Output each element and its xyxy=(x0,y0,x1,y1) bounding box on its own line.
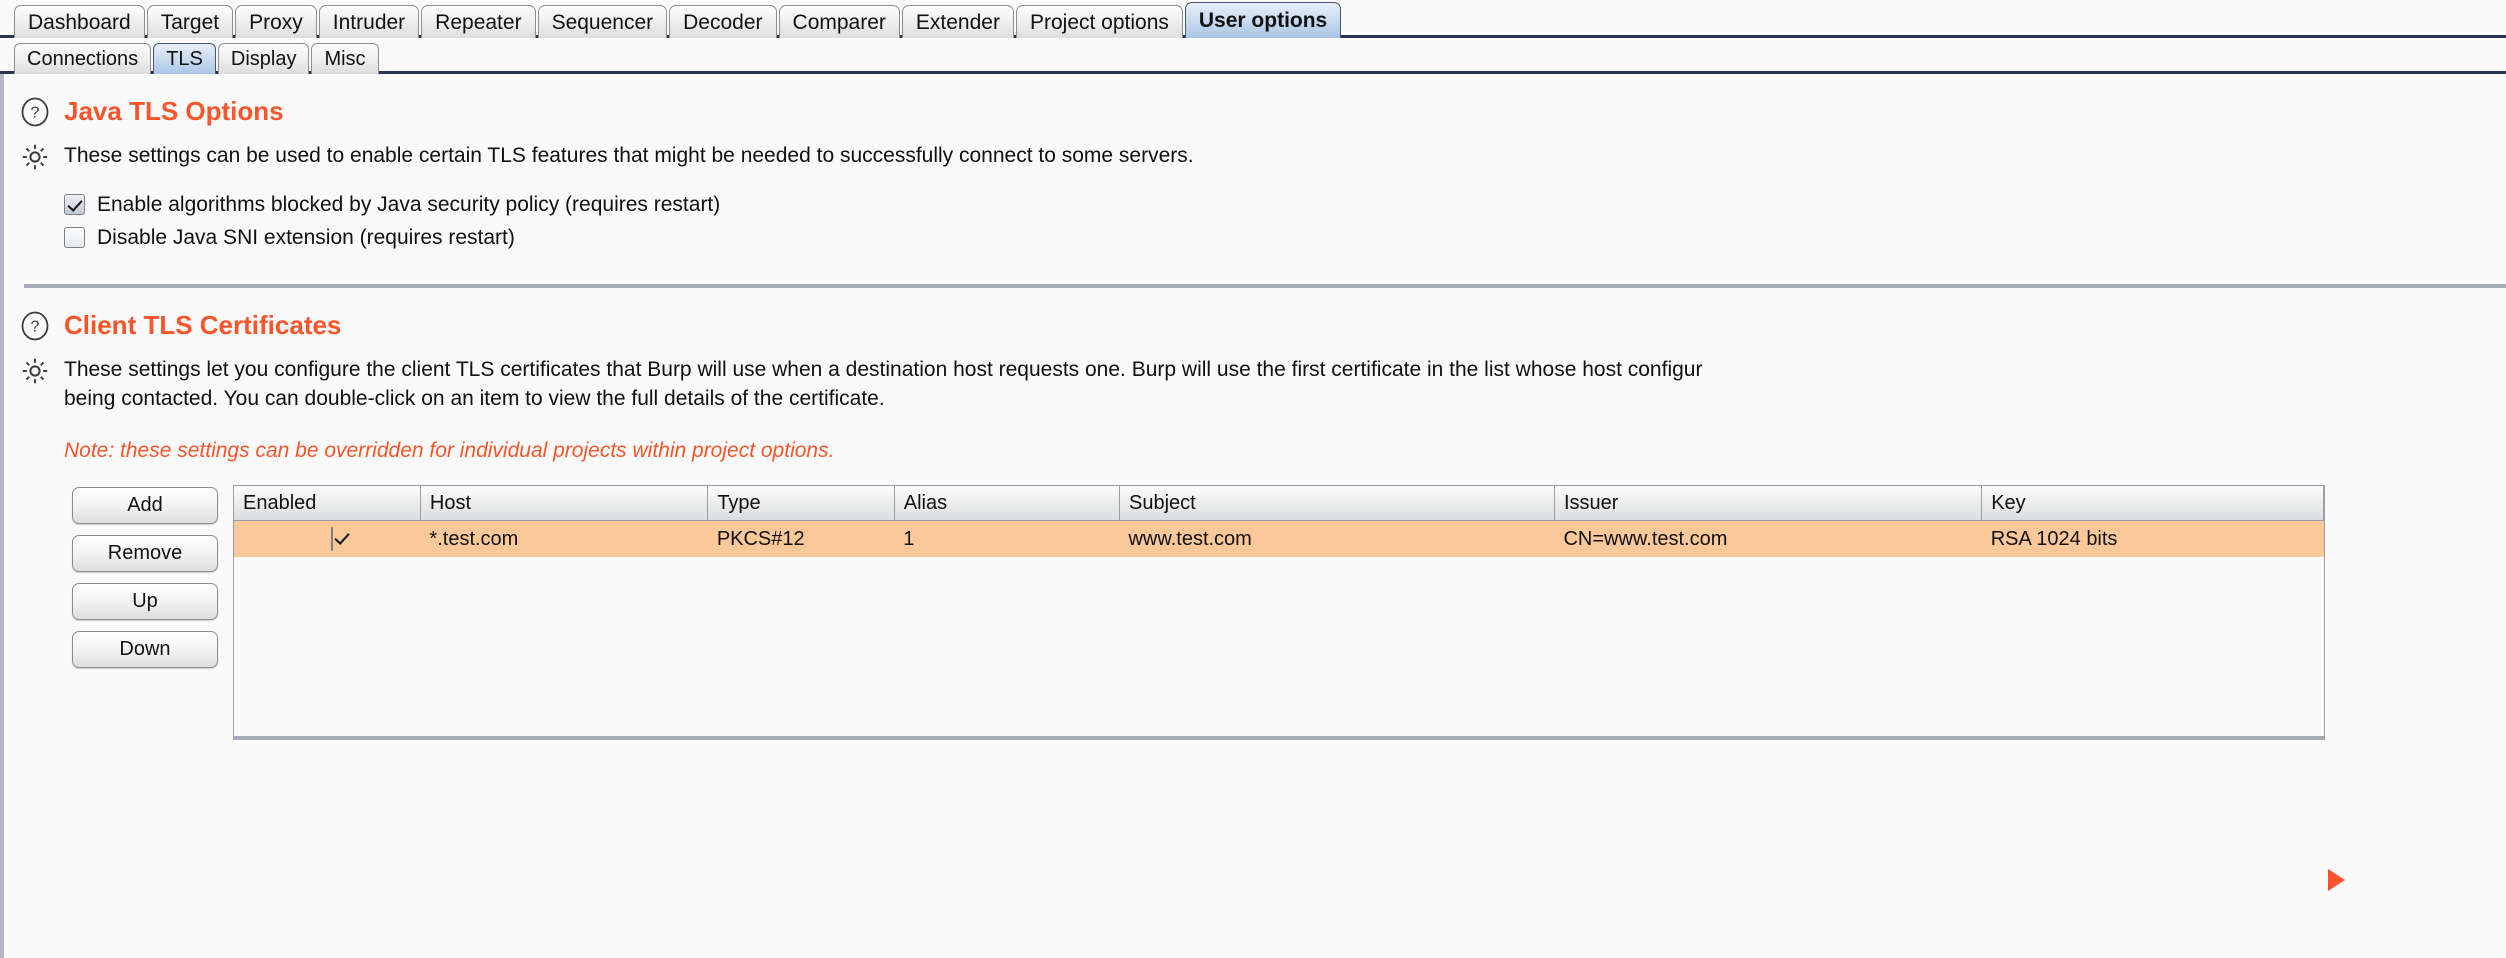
main-tab-bar: Dashboard Target Proxy Intruder Repeater… xyxy=(0,0,2506,38)
main-tab-dashboard[interactable]: Dashboard xyxy=(14,5,145,38)
tls-settings-panel: ? Java TLS Options These settings can be… xyxy=(0,74,2506,958)
client-certs-title: Client TLS Certificates xyxy=(64,310,342,340)
sub-tab-misc[interactable]: Misc xyxy=(311,43,379,74)
option-label: Enable algorithms blocked by Java securi… xyxy=(97,192,721,216)
column-header-type[interactable]: Type xyxy=(707,486,895,521)
gear-icon[interactable] xyxy=(20,356,50,386)
client-certs-description-row: These settings let you configure the cli… xyxy=(20,341,2506,413)
cell-subject: www.test.com xyxy=(1119,520,1555,557)
expand-arrow-icon[interactable] xyxy=(2328,869,2345,891)
checkbox-enable-blocked-algorithms[interactable] xyxy=(64,194,85,215)
main-tab-target[interactable]: Target xyxy=(146,5,234,38)
option-label: Disable Java SNI extension (requires res… xyxy=(97,225,515,249)
cell-host: *.test.com xyxy=(420,520,708,557)
client-certs-header: ? Client TLS Certificates xyxy=(20,288,2506,341)
sub-tab-display[interactable]: Display xyxy=(217,43,310,74)
table-header-row: Enabled Host Type Alias Subject Issuer K… xyxy=(234,486,2324,521)
gear-icon[interactable] xyxy=(20,142,50,172)
client-certs-note: Note: these settings can be overridden f… xyxy=(64,439,835,462)
cell-type: PKCS#12 xyxy=(707,520,895,557)
column-header-host[interactable]: Host xyxy=(420,486,709,521)
main-tab-repeater[interactable]: Repeater xyxy=(421,5,536,38)
certificates-table-container: Enabled Host Type Alias Subject Issuer K… xyxy=(233,485,2325,740)
sub-tab-connections[interactable]: Connections xyxy=(14,43,152,74)
option-disable-sni[interactable]: Disable Java SNI extension (requires res… xyxy=(64,221,2506,254)
java-tls-title: Java TLS Options xyxy=(64,96,284,126)
option-enable-blocked-algorithms[interactable]: Enable algorithms blocked by Java securi… xyxy=(64,188,2506,221)
column-header-alias[interactable]: Alias xyxy=(894,486,1120,521)
sub-tab-tls[interactable]: TLS xyxy=(153,43,216,74)
java-tls-options-list: Enable algorithms blocked by Java securi… xyxy=(20,172,2506,254)
svg-text:?: ? xyxy=(31,318,40,335)
cell-enabled[interactable] xyxy=(234,520,421,557)
client-certs-description: These settings let you configure the cli… xyxy=(64,355,1702,413)
checkbox-disable-sni[interactable] xyxy=(64,227,85,248)
description-line-2: being contacted. You can double-click on… xyxy=(64,387,885,410)
java-tls-options-section: ? Java TLS Options These settings can be… xyxy=(4,74,2506,254)
column-header-enabled[interactable]: Enabled xyxy=(234,486,421,521)
up-button[interactable]: Up xyxy=(72,583,218,620)
table-row[interactable]: *.test.com PKCS#12 1 www.test.com CN=www… xyxy=(234,520,2324,557)
svg-text:?: ? xyxy=(31,104,40,121)
sub-tab-bar: Connections TLS Display Misc xyxy=(0,38,2506,74)
client-tls-certificates-section: ? Client TLS Certificates These settings… xyxy=(4,288,2506,740)
main-tab-comparer[interactable]: Comparer xyxy=(778,5,900,38)
question-circle-icon[interactable]: ? xyxy=(20,97,50,127)
main-tab-sequencer[interactable]: Sequencer xyxy=(537,5,668,38)
down-button[interactable]: Down xyxy=(72,631,218,668)
cell-issuer: CN=www.test.com xyxy=(1554,520,1982,557)
java-tls-header: ? Java TLS Options xyxy=(20,74,2506,127)
certificates-area: Add Remove Up Down Enabled Host Type Ali… xyxy=(20,463,2506,740)
add-button[interactable]: Add xyxy=(72,487,218,524)
main-tab-project-options[interactable]: Project options xyxy=(1015,5,1183,38)
java-tls-description-row: These settings can be used to enable cer… xyxy=(20,127,2506,172)
question-circle-icon[interactable]: ? xyxy=(20,311,50,341)
main-tab-proxy[interactable]: Proxy xyxy=(235,5,317,38)
column-header-key[interactable]: Key xyxy=(1981,486,2324,521)
main-tab-intruder[interactable]: Intruder xyxy=(318,5,420,38)
remove-button[interactable]: Remove xyxy=(72,535,218,572)
certificates-table: Enabled Host Type Alias Subject Issuer K… xyxy=(234,486,2324,557)
main-tab-decoder[interactable]: Decoder xyxy=(669,5,777,38)
java-tls-description: These settings can be used to enable cer… xyxy=(64,144,1194,167)
cell-alias: 1 xyxy=(894,520,1120,557)
certificate-action-buttons: Add Remove Up Down xyxy=(72,485,218,668)
checkbox-certificate-enabled[interactable] xyxy=(330,526,333,551)
description-line-1: These settings let you configure the cli… xyxy=(64,358,1703,381)
column-header-subject[interactable]: Subject xyxy=(1119,486,1555,521)
main-tab-user-options[interactable]: User options xyxy=(1184,2,1342,38)
main-tab-extender[interactable]: Extender xyxy=(901,5,1014,38)
column-header-issuer[interactable]: Issuer xyxy=(1554,486,1983,521)
cell-key: RSA 1024 bits xyxy=(1981,520,2324,557)
